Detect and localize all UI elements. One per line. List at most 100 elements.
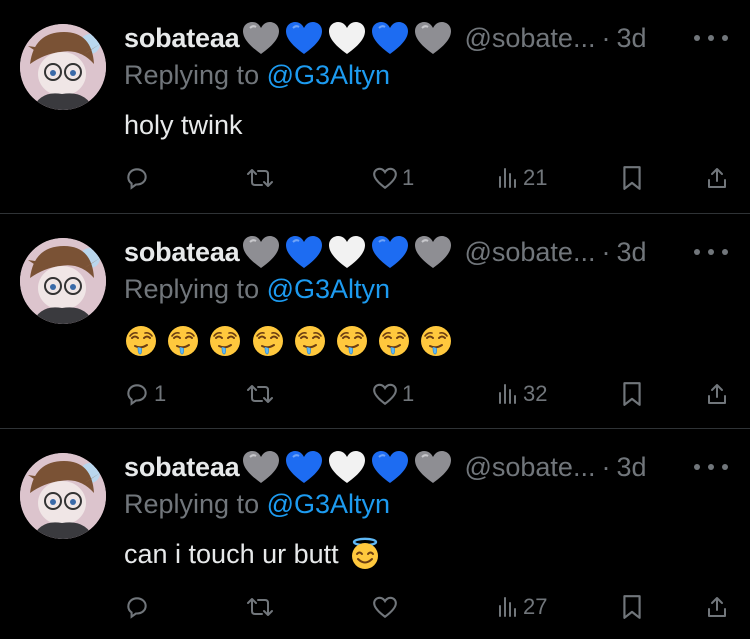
share-button[interactable]: [705, 587, 729, 627]
drooling-face-icon: [210, 326, 241, 356]
blue-heart-icon: [372, 236, 409, 268]
reply-icon: [127, 597, 147, 619]
blue-heart-icon: [372, 22, 409, 54]
replying-to-mention[interactable]: @G3Altyn: [267, 274, 390, 304]
tweet-text: holy twink: [124, 110, 243, 141]
reply-count: 1: [154, 381, 167, 406]
like-button[interactable]: [372, 587, 402, 627]
avatar-image: [20, 24, 106, 110]
avatar[interactable]: [20, 24, 106, 110]
grey-heart-icon: [243, 236, 280, 268]
retweet-button[interactable]: [246, 158, 278, 198]
views-count: 21: [523, 165, 548, 190]
grey-heart-icon: [415, 22, 452, 54]
white-heart-icon: [329, 236, 366, 268]
views-chart-icon: [499, 384, 516, 404]
bookmark-button[interactable]: [621, 587, 643, 627]
bookmark-icon: [623, 166, 641, 190]
drooling-face-icon: [252, 326, 283, 356]
share-button[interactable]: [705, 374, 729, 414]
views-button[interactable]: 27: [497, 587, 547, 627]
timestamp[interactable]: 3d: [616, 237, 646, 268]
white-heart-icon: [329, 451, 366, 483]
retweet-icon: [247, 169, 273, 187]
handle[interactable]: @sobate...: [464, 237, 595, 268]
retweet-button[interactable]: [246, 374, 278, 414]
tweet[interactable]: sobateaa @sobate... · 3d Replying to @G3…: [0, 0, 750, 214]
reply-button[interactable]: [124, 587, 154, 627]
tweet-header: sobateaa @sobate... · 3d: [124, 232, 647, 272]
name-emoji-hearts: [241, 234, 456, 270]
separator-dot: ·: [601, 22, 611, 53]
handle[interactable]: @sobate...: [464, 452, 595, 483]
reply-button[interactable]: [124, 158, 154, 198]
avatar[interactable]: [20, 238, 106, 324]
display-name[interactable]: sobateaa: [124, 237, 240, 268]
tweet-text: can i touch ur butt: [124, 537, 390, 571]
blue-heart-icon: [286, 451, 323, 483]
more-options-button[interactable]: [694, 246, 728, 258]
timestamp[interactable]: 3d: [616, 452, 646, 483]
replying-to-mention[interactable]: @G3Altyn: [267, 60, 390, 90]
bookmark-button[interactable]: [621, 158, 643, 198]
more-dot-icon: [694, 464, 700, 470]
replying-to-mention[interactable]: @G3Altyn: [267, 489, 390, 519]
share-icon: [708, 384, 726, 404]
tweet-actions: 27: [0, 587, 750, 627]
avatar-image: [20, 238, 106, 324]
like-button[interactable]: 1: [372, 374, 414, 414]
tweet-actions: 1 1 32: [0, 374, 750, 414]
share-icon: [708, 597, 726, 617]
handle[interactable]: @sobate...: [464, 23, 595, 54]
replying-to-label: Replying to: [124, 274, 267, 304]
grey-heart-icon: [415, 236, 452, 268]
like-button[interactable]: 1: [372, 158, 414, 198]
views-button[interactable]: 32: [497, 374, 547, 414]
retweet-button[interactable]: [246, 587, 278, 627]
replying-to-label: Replying to: [124, 489, 267, 519]
reply-button[interactable]: 1: [124, 374, 166, 414]
more-dot-icon: [708, 35, 714, 41]
heart-outline-icon: [373, 167, 397, 190]
share-button[interactable]: [705, 158, 729, 198]
more-dot-icon: [708, 464, 714, 470]
more-dot-icon: [694, 35, 700, 41]
display-name[interactable]: sobateaa: [124, 452, 240, 483]
more-options-button[interactable]: [694, 32, 728, 44]
views-button[interactable]: 21: [497, 158, 547, 198]
share-icon: [708, 168, 726, 188]
timestamp[interactable]: 3d: [616, 23, 646, 54]
separator-dot: ·: [601, 451, 611, 482]
more-options-button[interactable]: [694, 461, 728, 473]
blue-heart-icon: [286, 236, 323, 268]
avatar[interactable]: [20, 453, 106, 539]
like-count: 1: [402, 165, 415, 190]
heart-outline-icon: [373, 596, 397, 619]
tweet-header: sobateaa @sobate... · 3d: [124, 18, 647, 58]
tweet-header: sobateaa @sobate... · 3d: [124, 447, 647, 487]
grey-heart-icon: [243, 22, 280, 54]
views-chart-icon: [499, 597, 516, 617]
heart-outline-icon: [373, 383, 397, 406]
white-heart-icon: [329, 22, 366, 54]
tweet-text-content: holy twink: [124, 110, 243, 140]
bookmark-button[interactable]: [621, 374, 643, 414]
separator-dot: ·: [601, 236, 611, 267]
views-count: 32: [523, 381, 548, 406]
name-emoji-hearts: [241, 20, 456, 56]
display-name[interactable]: sobateaa: [124, 23, 240, 54]
tweet[interactable]: sobateaa @sobate... · 3d Replying to @G3…: [0, 429, 750, 639]
tweet-text: [124, 324, 462, 358]
drooling-face-icon: [379, 326, 410, 356]
drooling-face-icon: [336, 326, 367, 356]
avatar-image: [20, 453, 106, 539]
grey-heart-icon: [415, 451, 452, 483]
retweet-icon: [247, 385, 273, 403]
tweet[interactable]: sobateaa @sobate... · 3d Replying to @G3…: [0, 214, 750, 428]
views-count: 27: [523, 594, 548, 619]
like-count: 1: [402, 381, 415, 406]
more-dot-icon: [708, 249, 714, 255]
name-emoji-hearts: [241, 449, 456, 485]
replying-to-label: Replying to: [124, 60, 267, 90]
bookmark-icon: [623, 595, 641, 619]
